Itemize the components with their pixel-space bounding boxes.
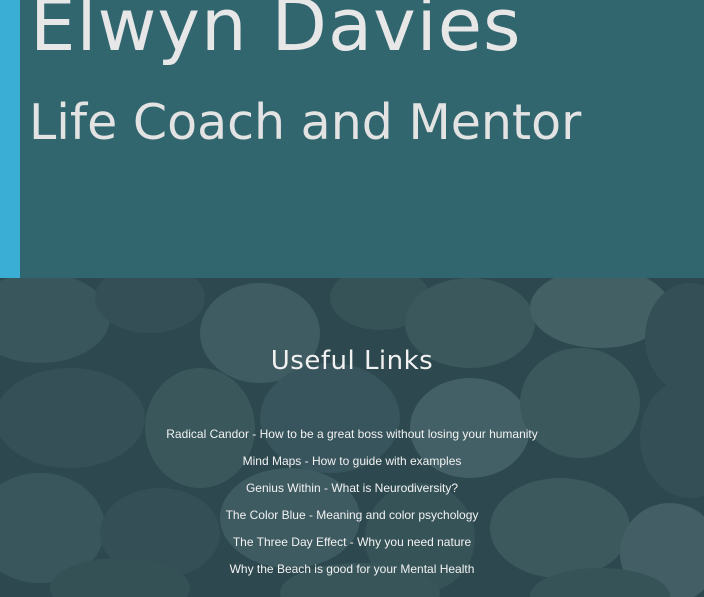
- link-beach-mental-health[interactable]: Why the Beach is good for your Mental He…: [230, 562, 475, 576]
- accent-bar: [0, 0, 20, 278]
- link-radical-candor[interactable]: Radical Candor - How to be a great boss …: [166, 427, 538, 441]
- list-item: Radical Candor - How to be a great boss …: [0, 424, 704, 451]
- useful-links-heading: Useful Links: [270, 346, 434, 376]
- link-color-blue[interactable]: The Color Blue - Meaning and color psych…: [226, 508, 479, 522]
- site-tagline: Life Coach and Mentor: [29, 94, 582, 151]
- site-title: Elwyn Davies: [30, 0, 522, 67]
- list-item: Genius Within - What is Neurodiversity?: [0, 478, 704, 505]
- link-genius-within[interactable]: Genius Within - What is Neurodiversity?: [246, 481, 458, 495]
- list-item: The Color Blue - Meaning and color psych…: [0, 505, 704, 532]
- useful-links-section: Useful Links Radical Candor - How to be …: [0, 278, 704, 597]
- list-item: Mind Maps - How to guide with examples: [0, 451, 704, 478]
- useful-links-list: Radical Candor - How to be a great boss …: [0, 424, 704, 586]
- list-item: Why the Beach is good for your Mental He…: [0, 559, 704, 586]
- link-three-day-effect[interactable]: The Three Day Effect - Why you need natu…: [233, 535, 471, 549]
- list-item: The Three Day Effect - Why you need natu…: [0, 532, 704, 559]
- hero-banner: Elwyn Davies Life Coach and Mentor: [0, 0, 704, 278]
- link-mind-maps[interactable]: Mind Maps - How to guide with examples: [243, 454, 462, 468]
- page: Elwyn Davies Life Coach and Mentor Usefu…: [0, 0, 704, 597]
